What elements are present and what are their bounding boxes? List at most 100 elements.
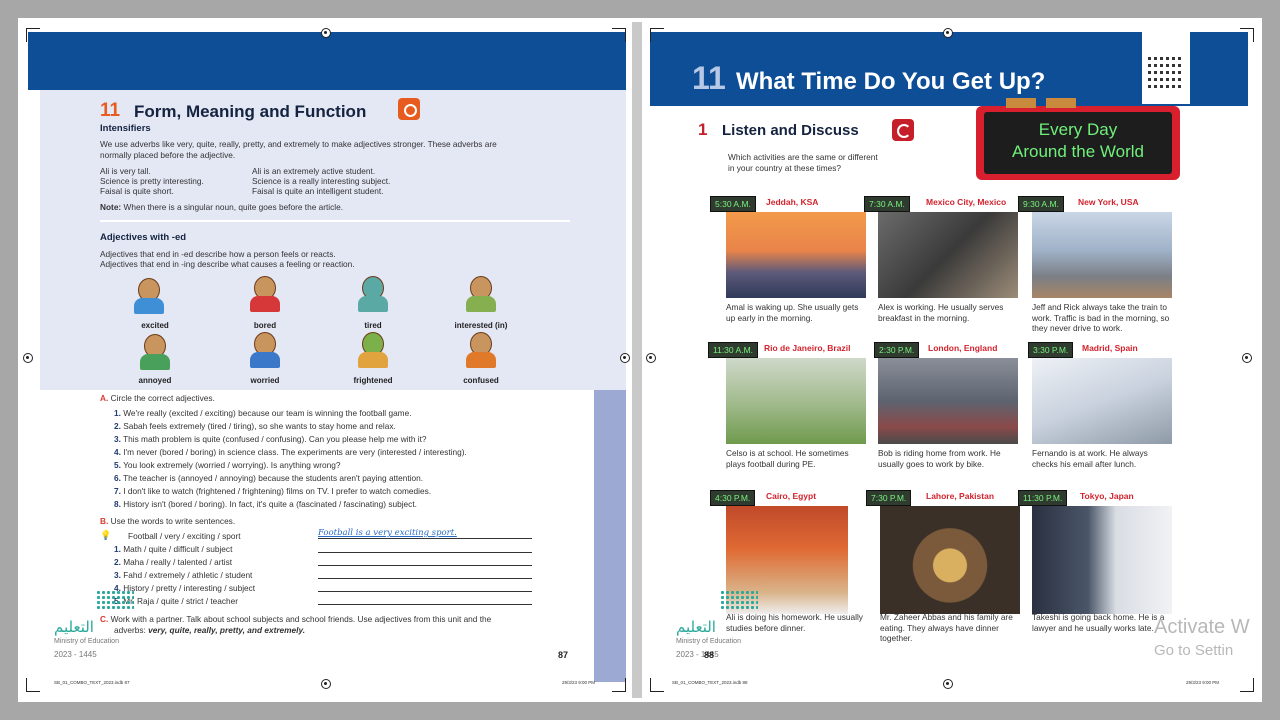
sign-post xyxy=(1006,98,1036,108)
businessman-photo xyxy=(1032,506,1172,614)
adjectives-line-1: Adjectives that end in -ed describe how … xyxy=(100,249,336,259)
registration-mark xyxy=(23,353,33,363)
activity-card: 11:30 P.M. Tokyo, Japan Takeshi is going… xyxy=(1018,490,1174,640)
crop-mark xyxy=(1240,28,1254,42)
listen-audio-icon[interactable] xyxy=(892,119,914,141)
registration-mark xyxy=(646,353,656,363)
card-caption: Ali is doing his homework. He usually st… xyxy=(726,612,863,633)
example-right: Science is a really interesting subject. xyxy=(252,176,391,186)
moe-logo: التعليم xyxy=(54,618,94,636)
time-label: 7:30 A.M. xyxy=(864,196,910,212)
activity-card: 7:30 A.M. Mexico City, Mexico Alex is wo… xyxy=(864,196,1020,346)
page-87: 11 Form, Meaning and Function Intensifie… xyxy=(24,30,630,690)
card-caption: Bob is riding home from work. He usually… xyxy=(878,448,1001,469)
activity-card: 2:30 P.M. London, England Bob is riding … xyxy=(874,342,1030,492)
frightened-face-icon xyxy=(354,332,392,370)
exercise-item: 5. You look extremely (worried / worryin… xyxy=(114,460,341,470)
sign-line-2: Around the World xyxy=(1012,142,1144,161)
exercise-item: 4. History / pretty / interesting / subj… xyxy=(114,583,256,593)
annoyed-face-icon xyxy=(136,334,174,372)
adjective-label: frightened xyxy=(353,376,393,385)
time-label: 7:30 P.M. xyxy=(866,490,912,506)
exercise-letter: A. xyxy=(100,393,109,403)
question-line-1: Which activities are the same or differe… xyxy=(728,152,878,162)
exercise-a-header: A. Circle the correct adjectives. xyxy=(100,393,215,403)
answer-line[interactable] xyxy=(318,578,532,579)
card-caption: Celso is at school. He sometimes plays f… xyxy=(726,448,849,469)
registration-mark xyxy=(943,28,953,38)
intensifiers-heading: Intensifiers xyxy=(100,123,151,134)
unit-number: 11 xyxy=(692,60,726,96)
city-label: Mexico City, Mexico xyxy=(926,197,1007,207)
answer-line[interactable] xyxy=(318,591,532,592)
clock-sign: Every Day Around the World xyxy=(976,98,1180,180)
exercise-item: 3. This math problem is quite (confused … xyxy=(114,434,427,444)
exercise-instruction: Use the words to write sentences. xyxy=(110,516,236,526)
grammar-icon xyxy=(398,98,420,120)
section-title: Form, Meaning and Function xyxy=(134,102,367,121)
crop-mark xyxy=(612,678,626,692)
example-prompt: Football / very / exciting / sport xyxy=(128,531,241,541)
crop-mark xyxy=(26,28,40,42)
time-label: 9:30 A.M. xyxy=(1018,196,1064,212)
crop-mark xyxy=(26,678,40,692)
moe-logo-dots xyxy=(720,590,758,610)
adjective-label: bored xyxy=(253,321,277,330)
adjective-label: worried xyxy=(250,376,280,385)
card-caption: Fernando is at work. He always checks hi… xyxy=(1032,448,1148,469)
city-label: Madrid, Spain xyxy=(1082,343,1138,353)
exercise-c-line-1: C. Work with a partner. Talk about schoo… xyxy=(100,614,492,624)
tired-face-icon xyxy=(354,276,392,314)
activity-card: 9:30 A.M. New York, USA Jeff and Rick al… xyxy=(1018,196,1174,346)
exercise-item: 4. I'm never (bored / boring) in science… xyxy=(114,447,467,457)
section-title: Listen and Discuss xyxy=(722,122,859,139)
answer-line[interactable] xyxy=(318,552,532,553)
activity-card: 3:30 P.M. Madrid, Spain Fernando is at w… xyxy=(1028,342,1184,492)
registration-mark xyxy=(321,28,331,38)
adjectives-line-2: Adjectives that end in -ing describe wha… xyxy=(100,259,355,269)
section-divider xyxy=(100,220,570,222)
activity-card: 5:30 A.M. Jeddah, KSA Amal is waking up.… xyxy=(710,196,866,346)
page-number: 88 xyxy=(704,650,715,660)
city-label: Rio de Janeiro, Brazil xyxy=(764,343,851,353)
sign-screen: Every Day Around the World xyxy=(984,112,1172,174)
answer-line[interactable] xyxy=(318,604,532,605)
exercise-item: 8. History isn't (bored / boring). In fa… xyxy=(114,499,417,509)
example-answer: Football is a very exciting sport. xyxy=(318,528,457,538)
time-label: 4:30 P.M. xyxy=(710,490,756,506)
city-label: Cairo, Egypt xyxy=(766,491,817,501)
exercise-item: 1. We're really (excited / exciting) bec… xyxy=(114,408,412,418)
registration-mark xyxy=(1242,353,1252,363)
time-label: 3:30 P.M. xyxy=(1028,342,1074,358)
adjective-label: interested (in) xyxy=(454,321,508,330)
worried-face-icon xyxy=(246,332,284,370)
ministry-label: Ministry of Education xyxy=(54,638,119,645)
sign-post xyxy=(1046,98,1076,108)
city-label: Jeddah, KSA xyxy=(766,197,819,207)
adjective-label: annoyed xyxy=(138,376,172,385)
card-caption: Mr. Zaheer Abbas and his family are eati… xyxy=(880,612,1013,643)
exercise-c-line-2: adverbs: very, quite, really, pretty, an… xyxy=(114,625,306,635)
city-label: Tokyo, Japan xyxy=(1080,491,1134,501)
exercise-item: 2. Maha / really / talented / artist xyxy=(114,557,233,567)
qr-code[interactable] xyxy=(1142,32,1190,104)
moe-logo: التعليم xyxy=(676,618,716,636)
exercise-item: 6. The teacher is (annoyed / annoying) b… xyxy=(114,473,424,483)
registration-mark xyxy=(943,679,953,689)
card-caption: Jeff and Rick always take the train to w… xyxy=(1032,302,1170,333)
intensifiers-intro-2: normally placed before the adjective. xyxy=(100,150,236,160)
city-label: London, England xyxy=(928,343,998,353)
page-number: 87 xyxy=(558,650,569,660)
intensifiers-intro-1: We use adverbs like very, quite, really,… xyxy=(100,139,497,149)
note-text: When there is a singular noun, quite goe… xyxy=(123,202,344,212)
confused-face-icon xyxy=(462,332,500,370)
crop-mark xyxy=(650,28,664,42)
answer-line xyxy=(318,538,532,539)
time-label: 11:30 P.M. xyxy=(1018,490,1068,506)
section-number: 1 xyxy=(698,120,708,139)
print-slug-date: 29/3/23 9:00 PM xyxy=(1186,680,1220,685)
answer-line[interactable] xyxy=(318,565,532,566)
example-left: Faisal is quite short. xyxy=(100,186,174,196)
exercise-item: 1. Math / quite / difficult / subject xyxy=(114,544,233,554)
adjective-label: tired xyxy=(364,321,382,330)
